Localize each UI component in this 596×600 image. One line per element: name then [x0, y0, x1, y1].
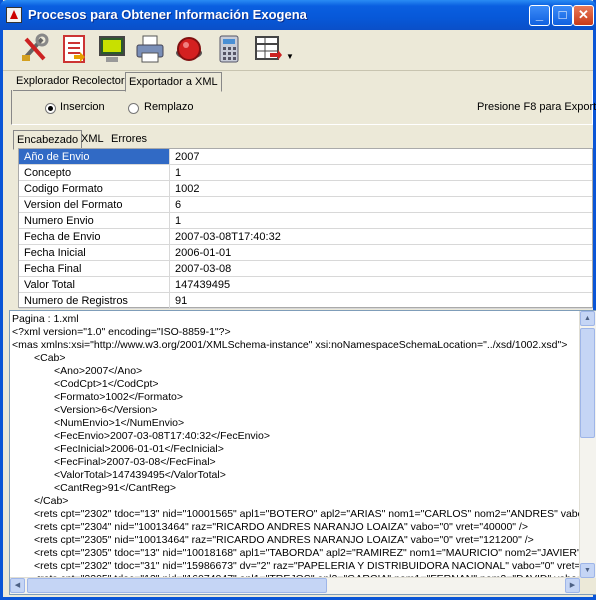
grid-value-cell[interactable]: 1	[169, 164, 592, 181]
xml-line: <Version>6</Version>	[54, 404, 158, 416]
grid-key-cell: Version del Formato	[19, 196, 170, 213]
grid-value-cell[interactable]: 2007-03-08T17:40:32	[169, 228, 592, 245]
grid-key-cell: Valor Total	[19, 276, 170, 293]
grid-row[interactable]: Version del Formato 6	[19, 196, 592, 213]
printer-icon[interactable]	[134, 33, 166, 65]
tab-exportador-xml[interactable]: Exportador a XML	[125, 72, 222, 92]
tab-explorador[interactable]: Explorador	[13, 72, 72, 90]
xml-line: <FecFinal>2007-03-08</FecFinal>	[54, 456, 216, 468]
minimize-button[interactable]: _	[529, 5, 550, 26]
tab-errores[interactable]: Errores	[108, 130, 150, 148]
xml-line: <Cab>	[34, 352, 66, 364]
xml-line: <rets cpt="2302" tdoc="31" nid="15986673…	[34, 560, 596, 572]
grid-key-cell: Año de Envio	[19, 149, 170, 165]
monitor-icon[interactable]	[96, 33, 128, 65]
scroll-corner	[580, 578, 596, 594]
insercion-label: Insercion	[60, 101, 105, 113]
insercion-radio[interactable]	[45, 103, 56, 114]
xml-view[interactable]: Pagina : 1.xml <?xml version="1.0" encodi…	[9, 310, 596, 595]
app-icon	[6, 7, 22, 23]
grid-value-cell[interactable]: 1002	[169, 180, 592, 197]
grid-row[interactable]: Año de Envio 2007	[19, 149, 592, 165]
grid-row[interactable]: Codigo Formato 1002	[19, 180, 592, 197]
remplazo-radio[interactable]	[128, 103, 139, 114]
grid-key-cell: Fecha de Envio	[19, 228, 170, 245]
grid-row[interactable]: Concepto 1	[19, 164, 592, 181]
xml-line: <rets cpt="2305" nid="10013464" raz="RIC…	[34, 534, 534, 546]
xml-line: <CantReg>91</CantReg>	[54, 482, 177, 494]
toolbar: ▼	[3, 30, 593, 71]
xml-line: <Formato>1002</Formato>	[54, 391, 183, 403]
scroll-right-button[interactable]: ▶	[565, 578, 580, 593]
scroll-down-button[interactable]: ▼	[580, 563, 595, 578]
xml-line: <FecEnvio>2007-03-08T17:40:32</FecEnvio>	[54, 430, 270, 442]
grid-key-cell: Fecha Inicial	[19, 244, 170, 261]
grid-key-cell: Numero de Registros	[19, 292, 170, 309]
tools-icon[interactable]	[18, 33, 50, 65]
toolbar-more-icon[interactable]: ▼	[286, 52, 294, 61]
grid-value-cell[interactable]: 2007	[169, 149, 592, 165]
xml-line: <rets cpt="2304" nid="10013464" raz="RIC…	[34, 521, 528, 533]
vertical-scroll-thumb[interactable]	[580, 328, 595, 438]
grid-value-cell[interactable]: 1	[169, 212, 592, 229]
xml-line: <ValorTotal>147439495</ValorTotal>	[54, 469, 226, 481]
xml-line: </Cab>	[34, 495, 69, 507]
grid-row[interactable]: Valor Total 147439495	[19, 276, 592, 293]
horizontal-scrollbar[interactable]: ◀ ▶	[10, 577, 580, 594]
grid-value-cell[interactable]: 147439495	[169, 276, 592, 293]
window-title: Procesos para Obtener Información Exogen…	[28, 7, 307, 22]
xml-line: <?xml version="1.0" encoding="ISO-8859-1…	[12, 326, 231, 338]
grid-row[interactable]: Numero de Registros 91	[19, 292, 592, 309]
xml-page-label: Pagina : 1.xml	[12, 313, 79, 325]
xml-line: <rets cpt="2305" tdoc="13" nid="10018168…	[34, 547, 595, 559]
remplazo-label: Remplazo	[144, 101, 194, 113]
scroll-up-button[interactable]: ▲	[580, 311, 595, 326]
xml-line: <rets cpt="2302" tdoc="13" nid="10001565…	[34, 508, 596, 520]
grid-value-cell[interactable]: 2006-01-01	[169, 244, 592, 261]
grid-value-cell[interactable]: 91	[169, 292, 592, 309]
xml-line: <FecInicial>2006-01-01</FecInicial>	[54, 443, 224, 455]
grid-row[interactable]: Fecha de Envio 2007-03-08T17:40:32	[19, 228, 592, 245]
grid-key-cell: Codigo Formato	[19, 180, 170, 197]
close-button[interactable]: ✕	[573, 5, 594, 26]
xml-line: <CodCpt>1</CodCpt>	[54, 378, 159, 390]
calculator-icon[interactable]	[213, 33, 245, 65]
stop-icon[interactable]	[173, 33, 205, 65]
grid-value-cell[interactable]: 2007-03-08	[169, 260, 592, 277]
grid-key-cell: Fecha Final	[19, 260, 170, 277]
tab-xml[interactable]: XML	[78, 130, 107, 148]
tab-recolector[interactable]: Recolector	[69, 72, 128, 90]
table-export-icon[interactable]	[252, 33, 284, 65]
grid-key-cell: Concepto	[19, 164, 170, 181]
horizontal-scroll-thumb[interactable]	[27, 578, 327, 593]
app-window: Procesos para Obtener Información Exogen…	[0, 0, 596, 600]
maximize-button[interactable]: □	[552, 5, 573, 26]
document-icon[interactable]	[58, 33, 90, 65]
xml-line: <Ano>2007</Ano>	[54, 365, 143, 377]
main-tabs: Explorador Recolector Exportador a XML	[13, 72, 222, 92]
vertical-scrollbar[interactable]: ▲ ▼	[579, 311, 596, 578]
grid-row[interactable]: Fecha Final 2007-03-08	[19, 260, 592, 277]
mode-panel: Insercion Remplazo Presione F8 para Expo…	[11, 90, 596, 125]
grid-key-cell: Numero Envio	[19, 212, 170, 229]
grid-row[interactable]: Fecha Inicial 2006-01-01	[19, 244, 592, 261]
grid-row[interactable]: Numero Envio 1	[19, 212, 592, 229]
xml-line: <mas xmlns:xsi="http://www.w3.org/2001/X…	[12, 339, 568, 351]
grid-value-cell[interactable]: 6	[169, 196, 592, 213]
scroll-left-button[interactable]: ◀	[10, 578, 25, 593]
xml-line: <NumEnvio>1</NumEnvio>	[54, 417, 185, 429]
export-hint: Presione F8 para Exportar	[477, 101, 596, 113]
tab-encabezado[interactable]: Encabezado	[13, 130, 83, 150]
title-bar[interactable]: Procesos para Obtener Información Exogen…	[0, 0, 596, 30]
header-grid: Año de Envio 2007 Concepto 1 Codigo Formato 1…	[18, 148, 593, 309]
